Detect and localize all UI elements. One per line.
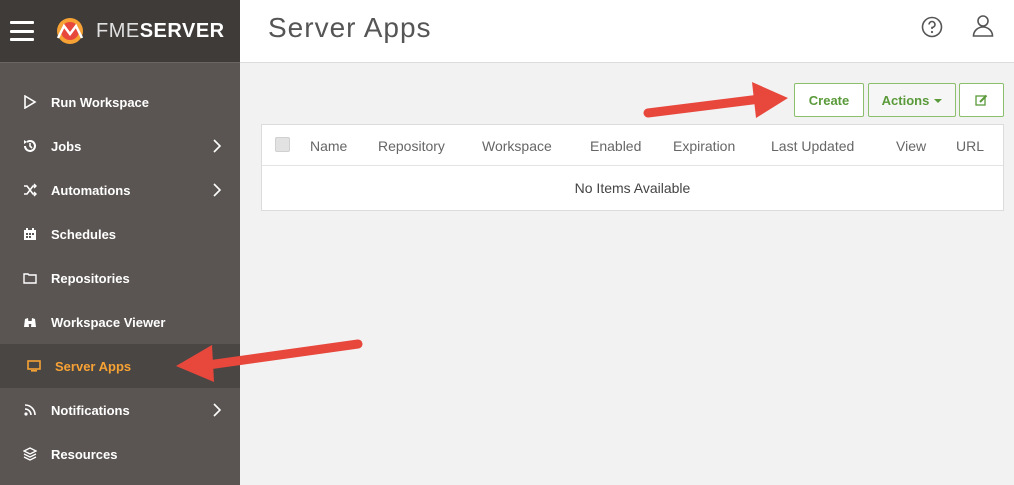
sidebar-item-automations[interactable]: Automations	[0, 168, 240, 212]
sidebar-item-repositories[interactable]: Repositories	[0, 256, 240, 300]
annotation-arrow-create	[643, 82, 788, 118]
edit-button[interactable]	[959, 83, 1004, 117]
column-header-workspace[interactable]: Workspace	[482, 138, 552, 154]
chevron-right-icon	[213, 183, 222, 197]
column-header-name[interactable]: Name	[310, 138, 347, 154]
chevron-right-icon	[213, 139, 222, 153]
sidebar-item-workspace-viewer[interactable]: Workspace Viewer	[0, 300, 240, 344]
user-icon[interactable]	[972, 14, 994, 38]
sidebar-item-label: Schedules	[51, 226, 117, 242]
sidebar-item-resources[interactable]: Resources	[0, 432, 240, 476]
layers-icon	[22, 446, 38, 462]
sidebar: FMESERVER Run Workspace Jobs Automations	[0, 0, 240, 485]
sidebar-item-run-workspace[interactable]: Run Workspace	[0, 80, 240, 124]
hamburger-menu-icon[interactable]	[10, 21, 34, 41]
jobs-icon	[22, 138, 38, 154]
sidebar-item-label: Resources	[51, 446, 118, 462]
actions-label: Actions	[881, 92, 930, 108]
calendar-icon	[22, 226, 38, 242]
sidebar-item-label: Repositories	[51, 270, 130, 286]
sidebar-item-jobs[interactable]: Jobs	[0, 124, 240, 168]
column-header-view[interactable]: View	[896, 138, 926, 154]
sidebar-item-label: Run Workspace	[51, 94, 150, 110]
column-header-url[interactable]: URL	[956, 138, 984, 154]
folder-icon	[22, 270, 38, 286]
table-header: Name Repository Workspace Enabled Expira…	[262, 125, 1003, 166]
play-icon	[22, 94, 38, 110]
column-header-enabled[interactable]: Enabled	[590, 138, 641, 154]
select-all-checkbox[interactable]	[275, 137, 290, 152]
help-circle-icon[interactable]	[921, 16, 943, 38]
sidebar-item-notifications[interactable]: Notifications	[0, 388, 240, 432]
sidebar-item-label: Automations	[51, 182, 131, 198]
binoculars-icon	[22, 314, 38, 330]
chevron-right-icon	[213, 403, 222, 417]
column-header-expiration[interactable]: Expiration	[673, 138, 735, 154]
shuffle-icon	[22, 182, 38, 198]
column-header-repository[interactable]: Repository	[378, 138, 445, 154]
sidebar-item-label: Jobs	[51, 138, 82, 154]
column-header-last-updated[interactable]: Last Updated	[771, 138, 854, 154]
sidebar-item-label: Notifications	[51, 402, 130, 418]
page-header: Server Apps	[240, 0, 1014, 63]
brand-bar: FMESERVER	[0, 0, 240, 63]
sidebar-item-schedules[interactable]: Schedules	[0, 212, 240, 256]
page-title: Server Apps	[268, 12, 432, 43]
caret-down-icon	[934, 99, 943, 103]
fme-logo-icon	[56, 18, 84, 44]
sidebar-item-label: Server Apps	[55, 358, 132, 374]
empty-state-message: No Items Available	[574, 180, 691, 196]
create-button[interactable]: Create	[794, 83, 864, 117]
sidebar-item-label: Workspace Viewer	[51, 314, 166, 330]
sidebar-nav: Run Workspace Jobs Automations Schedules	[0, 63, 240, 476]
server-apps-table: Name Repository Workspace Enabled Expira…	[261, 124, 1004, 211]
edit-icon	[975, 94, 988, 106]
brand-name: FMESERVER	[96, 19, 225, 42]
monitor-icon	[26, 358, 42, 374]
sidebar-item-server-apps[interactable]: Server Apps	[0, 344, 240, 388]
actions-dropdown-button[interactable]: Actions	[868, 83, 956, 117]
rss-icon	[22, 402, 38, 418]
